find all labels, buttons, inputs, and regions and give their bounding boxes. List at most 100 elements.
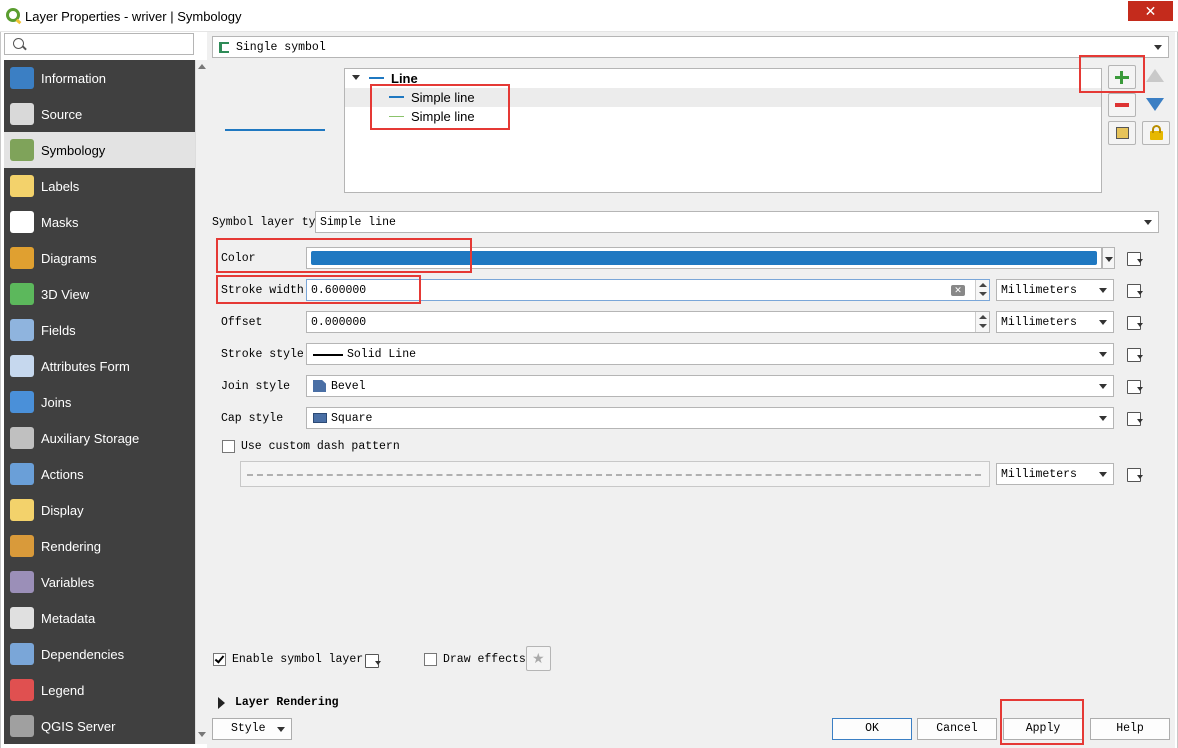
apply-button[interactable]: Apply: [1003, 718, 1083, 740]
stroke-style-combo[interactable]: Solid Line: [306, 343, 1114, 365]
dash-unit-combo[interactable]: Millimeters: [996, 463, 1114, 485]
sidebar-item-3d-view[interactable]: 3D View: [4, 276, 195, 312]
draw-effects-checkbox[interactable]: [424, 653, 437, 666]
symbol-layer-type-combo[interactable]: Simple line: [315, 211, 1159, 233]
stroke-width-input[interactable]: 0.600000 ✕: [306, 279, 990, 301]
scroll-down-icon[interactable]: [198, 732, 206, 737]
sidebar-item-masks[interactable]: Masks: [4, 204, 195, 240]
stroke-width-value: 0.600000: [311, 284, 367, 297]
sidebar-item-label: Metadata: [41, 611, 96, 626]
sidebar-item-actions[interactable]: Actions: [4, 456, 195, 492]
data-defined-override-icon[interactable]: [1124, 465, 1146, 483]
data-defined-override-icon[interactable]: [1124, 409, 1146, 427]
sidebar-item-dependencies[interactable]: Dependencies: [4, 636, 195, 672]
layer-rendering-label[interactable]: Layer Rendering: [235, 696, 339, 709]
data-defined-override-icon[interactable]: [1124, 345, 1146, 363]
information-icon: [10, 67, 34, 89]
search-input[interactable]: [4, 33, 194, 55]
sidebar-item-labels[interactable]: Labels: [4, 168, 195, 204]
data-defined-override-icon[interactable]: [362, 651, 384, 669]
clear-icon[interactable]: ✕: [951, 285, 965, 296]
offset-unit-combo[interactable]: Millimeters: [996, 311, 1114, 333]
sidebar-item-attributes-form[interactable]: Attributes Form: [4, 348, 195, 384]
tree-row-root[interactable]: Line: [345, 69, 1101, 88]
sidebar-item-fields[interactable]: Fields: [4, 312, 195, 348]
chevron-down-icon: [1099, 384, 1107, 389]
square-cap-icon: [313, 413, 327, 423]
cap-style-combo[interactable]: Square: [306, 407, 1114, 429]
simple-line-icon: [389, 96, 404, 98]
sidebar-item-legend[interactable]: Legend: [4, 672, 195, 708]
data-defined-override-icon[interactable]: [1124, 249, 1146, 267]
sidebar-item-variables[interactable]: Variables: [4, 564, 195, 600]
sidebar-item-diagrams[interactable]: Diagrams: [4, 240, 195, 276]
sidebar-item-source[interactable]: Source: [4, 96, 195, 132]
source-icon: [10, 103, 34, 125]
labels-icon: [10, 175, 34, 197]
sidebar-item-label: Legend: [41, 683, 85, 698]
sidebar-item-label: Masks: [41, 215, 79, 230]
dependencies-icon: [10, 643, 34, 665]
enable-symbol-layer-checkbox[interactable]: [213, 653, 226, 666]
sidebar-item-joins[interactable]: Joins: [4, 384, 195, 420]
sidebar-item-information[interactable]: Information: [4, 60, 195, 96]
close-button[interactable]: ✕: [1128, 1, 1173, 21]
tree-row-layer-2[interactable]: Simple line: [345, 107, 1101, 126]
color-button[interactable]: [306, 247, 1102, 269]
duplicate-layer-button[interactable]: [1108, 121, 1136, 145]
joins-icon: [10, 391, 34, 413]
custom-dash-checkbox[interactable]: [222, 440, 235, 453]
color-menu-button[interactable]: [1102, 247, 1115, 269]
simple-line-icon: [389, 116, 404, 117]
chevron-down-icon: [1099, 416, 1107, 421]
dash-unit: Millimeters: [1001, 468, 1077, 481]
auxiliary-storage-icon: [10, 427, 34, 449]
renderer-combo[interactable]: Single symbol: [212, 36, 1169, 58]
help-button[interactable]: Help: [1090, 718, 1170, 740]
star-icon: ★: [532, 650, 545, 666]
expand-arrow-icon[interactable]: [352, 75, 360, 80]
tree-layer-label: Simple line: [411, 90, 475, 105]
title-bar: Layer Properties - wriver | Symbology ✕: [0, 0, 1178, 32]
variables-icon: [10, 571, 34, 593]
effects-button[interactable]: ★: [526, 646, 551, 671]
cancel-button[interactable]: Cancel: [917, 718, 997, 740]
qgis-logo-icon: [6, 8, 20, 22]
lock-layer-button[interactable]: [1142, 121, 1170, 145]
data-defined-override-icon[interactable]: [1124, 281, 1146, 299]
sidebar-item-symbology[interactable]: Symbology: [4, 132, 195, 168]
dash-pattern-button[interactable]: [240, 461, 990, 487]
diagrams-icon: [10, 247, 34, 269]
move-up-icon[interactable]: [1146, 69, 1164, 82]
tree-row-layer-1[interactable]: Simple line: [345, 88, 1101, 107]
add-symbol-layer-button[interactable]: [1108, 65, 1136, 89]
sidebar-item-qgis-server[interactable]: QGIS Server: [4, 708, 195, 744]
sidebar-item-label: Auxiliary Storage: [41, 431, 140, 446]
3d-view-icon: [10, 283, 34, 305]
join-style-combo[interactable]: Bevel: [306, 375, 1114, 397]
spin-buttons[interactable]: [975, 280, 989, 300]
move-down-icon[interactable]: [1146, 98, 1164, 111]
style-button[interactable]: Style: [212, 718, 292, 740]
data-defined-override-icon[interactable]: [1124, 313, 1146, 331]
chevron-down-icon: [1154, 45, 1162, 50]
sidebar-item-label: Attributes Form: [41, 359, 130, 374]
remove-symbol-layer-button[interactable]: [1108, 93, 1136, 117]
sidebar-item-display[interactable]: Display: [4, 492, 195, 528]
symbol-layer-type-label: Symbol layer type: [212, 216, 330, 229]
symbol-layer-tree[interactable]: Line Simple line Simple line: [344, 68, 1102, 193]
duplicate-icon: [1116, 127, 1129, 139]
scroll-up-icon[interactable]: [198, 64, 206, 69]
sidebar-item-rendering[interactable]: Rendering: [4, 528, 195, 564]
spin-buttons[interactable]: [975, 312, 989, 332]
data-defined-override-icon[interactable]: [1124, 377, 1146, 395]
sidebar-scrollbar[interactable]: [195, 60, 207, 744]
chevron-down-icon: [1099, 320, 1107, 325]
ok-button[interactable]: OK: [832, 718, 912, 740]
sidebar-item-auxiliary-storage[interactable]: Auxiliary Storage: [4, 420, 195, 456]
stroke-width-unit-combo[interactable]: Millimeters: [996, 279, 1114, 301]
offset-input[interactable]: 0.000000: [306, 311, 990, 333]
line-symbol-icon: [369, 77, 384, 79]
sidebar-item-metadata[interactable]: Metadata: [4, 600, 195, 636]
expand-arrow-icon[interactable]: [218, 697, 225, 709]
